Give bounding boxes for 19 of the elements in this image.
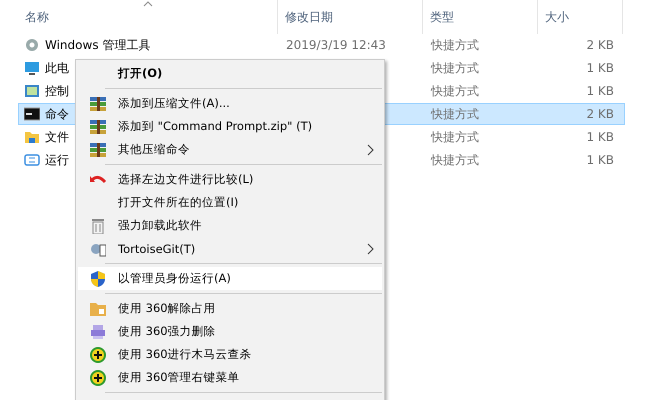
file-size: 1 KB xyxy=(585,61,614,75)
file-name: 运行 xyxy=(45,152,69,168)
file-size: 2 KB xyxy=(585,107,614,121)
modified-date: 2019/3/19 12:43 xyxy=(285,38,386,52)
file-type: 快捷方式 xyxy=(430,106,479,120)
file-type: 快捷方式 xyxy=(430,84,479,98)
file-size: 2 KB xyxy=(585,38,614,52)
file-size: 1 KB xyxy=(585,84,614,98)
file-size: 1 KB xyxy=(585,130,614,144)
file-name: 控制 xyxy=(45,82,69,100)
file-name: 文件 xyxy=(45,128,69,146)
file-type: 快捷方式 xyxy=(430,60,479,74)
file-type: 快捷方式 xyxy=(430,130,479,144)
file-name: 命令 xyxy=(45,106,69,122)
file-name: 此电 xyxy=(45,60,69,76)
file-type: 快捷方式 xyxy=(430,38,479,52)
file-size: 1 KB xyxy=(585,153,614,167)
file-name: Windows 管理工具 xyxy=(45,36,150,54)
file-type: 快捷方式 xyxy=(430,152,479,166)
